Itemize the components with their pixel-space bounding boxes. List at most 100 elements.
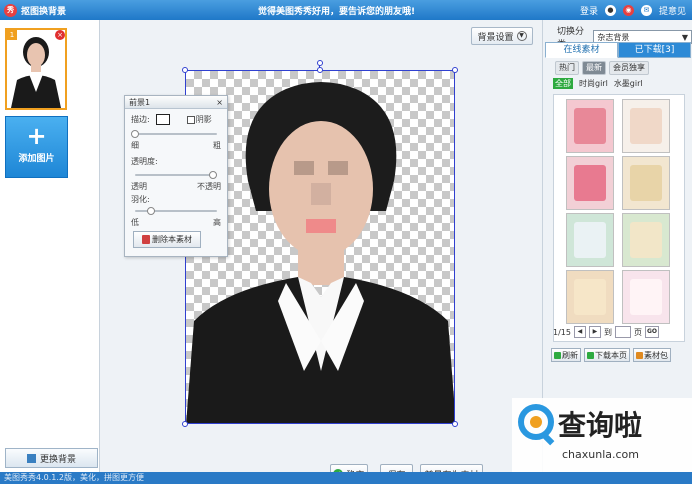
- refresh-label: 刷新: [562, 350, 578, 360]
- material-tile-preview: [574, 108, 606, 144]
- material-tile[interactable]: [622, 213, 670, 267]
- stroke-label: 描边:: [131, 115, 150, 124]
- watermark: 查询啦 chaxunla.com: [512, 398, 692, 472]
- go-button[interactable]: GO: [644, 326, 659, 338]
- material-pack-label: 素材包: [644, 350, 668, 360]
- next-page-icon[interactable]: ▶: [588, 326, 601, 338]
- opacity-min-label: 透明: [131, 182, 147, 191]
- weibo-icon[interactable]: ◉: [622, 4, 634, 16]
- photo-thumbnail[interactable]: 1 ×: [5, 28, 67, 110]
- stroke-color-swatch[interactable]: [156, 114, 171, 125]
- page-input[interactable]: [614, 326, 631, 338]
- user-icon[interactable]: ●: [604, 4, 616, 16]
- resize-handle-tl[interactable]: [182, 67, 188, 73]
- delete-material-button[interactable]: 删除本素材: [133, 231, 201, 248]
- app-logo-icon: 秀: [4, 3, 17, 17]
- download-icon: [587, 351, 594, 359]
- subtab-vip[interactable]: 会员独享: [609, 61, 649, 75]
- filter-fashion-girl[interactable]: 时尚girl: [579, 78, 608, 89]
- material-tile-preview: [630, 222, 662, 258]
- tab-online[interactable]: 在线素材: [545, 42, 618, 58]
- filter-ink-girl[interactable]: 水墨girl: [614, 78, 643, 89]
- refresh-button[interactable]: 刷新: [551, 348, 581, 362]
- material-pack-button[interactable]: 素材包: [633, 348, 671, 362]
- feather-max-label: 高: [213, 218, 221, 227]
- material-grid: [553, 94, 685, 342]
- page-indicator: 1/15: [553, 327, 571, 337]
- search-magnifier-icon: [518, 404, 555, 446]
- material-tabs: 在线素材 已下载[3]: [545, 42, 691, 58]
- title-bar: 秀 抠图换背景 觉得美图秀秀好用，要告诉您的朋友哦! 登录 ● ◉ ✉ 提意见: [0, 0, 692, 20]
- left-panel: 1 × + 添加图片 更换背景: [0, 20, 100, 472]
- material-tile-preview: [574, 222, 606, 258]
- material-tile[interactable]: [622, 156, 670, 210]
- material-tile-preview: [630, 279, 662, 315]
- thumb-close-icon[interactable]: ×: [55, 30, 65, 40]
- status-bar: 美图秀秀4.0.1.2版，美化，拼图更方便: [0, 472, 692, 484]
- material-tile[interactable]: [622, 99, 670, 153]
- chat-icon[interactable]: ✉: [640, 4, 652, 16]
- login-link[interactable]: 登录: [580, 4, 598, 17]
- stroke-min-label: 细: [131, 141, 139, 150]
- material-tile-preview: [574, 165, 606, 201]
- thumb-index-badge: 1: [7, 30, 17, 40]
- plus-icon: +: [26, 122, 47, 150]
- add-photo-label: 添加图片: [18, 154, 55, 164]
- foreground-title: 前景1: [129, 97, 151, 107]
- foreground-panel-header[interactable]: 前景1 ×: [125, 96, 227, 109]
- style-filters: 全部 时尚girl 水墨girl: [553, 78, 643, 89]
- shadow-checkbox[interactable]: [186, 115, 195, 124]
- material-tile-preview: [574, 279, 606, 315]
- filter-all[interactable]: 全部: [553, 78, 573, 89]
- chevron-down-icon: ▼: [681, 32, 688, 42]
- goto-label: 到: [603, 327, 612, 337]
- subtab-newest[interactable]: 最新: [582, 61, 606, 75]
- download-page-button[interactable]: 下载本页: [584, 348, 630, 362]
- feather-label: 羽化:: [131, 195, 150, 204]
- material-tile-preview: [630, 165, 662, 201]
- feather-min-label: 低: [131, 218, 139, 227]
- material-tile[interactable]: [566, 156, 614, 210]
- resize-handle-br[interactable]: [452, 421, 458, 427]
- opacity-slider-knob[interactable]: [209, 171, 217, 179]
- subtab-hot[interactable]: 热门: [555, 61, 579, 75]
- add-photo-button[interactable]: + 添加图片: [5, 116, 68, 178]
- chevron-down-icon: ▼: [516, 31, 527, 41]
- stroke-row: 描边: 阴影: [131, 114, 212, 125]
- app-title: 抠图换背景: [21, 6, 67, 17]
- pager: 1/15 ◀ ▶ 到 页 GO: [553, 326, 659, 338]
- change-background-button[interactable]: 更换背景: [5, 448, 98, 468]
- feedback-link[interactable]: 提意见: [659, 4, 686, 17]
- shadow-toggle[interactable]: 阴影: [186, 115, 212, 124]
- sort-tabs: 热门 最新 会员独享: [555, 61, 649, 75]
- opacity-max-label: 不透明: [197, 182, 221, 191]
- material-actions: 刷新 下载本页 素材包: [551, 348, 671, 362]
- promo-banner[interactable]: 觉得美图秀秀好用，要告诉您的朋友哦!: [258, 4, 415, 17]
- image-icon: [26, 453, 36, 463]
- material-tile[interactable]: [566, 99, 614, 153]
- material-tile[interactable]: [566, 213, 614, 267]
- material-tile[interactable]: [622, 270, 670, 324]
- prev-page-icon[interactable]: ◀: [573, 326, 586, 338]
- resize-handle-bl[interactable]: [182, 421, 188, 427]
- resize-handle-tm[interactable]: [317, 67, 323, 73]
- package-icon: [636, 351, 643, 359]
- material-tile[interactable]: [566, 270, 614, 324]
- background-settings-button[interactable]: 背景设置 ▼: [471, 27, 533, 45]
- resize-handle-tr[interactable]: [452, 67, 458, 73]
- feather-slider-knob[interactable]: [146, 207, 155, 215]
- foreground-panel: 前景1 × 描边: 阴影 细 粗 透明度: 透明 不透明 羽化: 低 高 删除本…: [124, 95, 228, 257]
- delete-material-label: 删除本素材: [152, 235, 192, 244]
- stroke-slider[interactable]: [135, 133, 217, 135]
- background-settings-label: 背景设置: [477, 32, 514, 43]
- opacity-slider[interactable]: [135, 174, 217, 176]
- refresh-icon: [554, 351, 561, 359]
- close-icon[interactable]: ×: [216, 98, 223, 107]
- trash-icon: [142, 235, 150, 244]
- rotate-handle[interactable]: [317, 60, 323, 66]
- stroke-slider-knob[interactable]: [131, 130, 139, 138]
- watermark-url: chaxunla.com: [562, 448, 639, 461]
- tab-downloaded[interactable]: 已下载[3]: [618, 42, 691, 58]
- opacity-label: 透明度:: [131, 157, 158, 166]
- titlebar-actions: 登录 ● ◉ ✉ 提意见: [580, 0, 686, 20]
